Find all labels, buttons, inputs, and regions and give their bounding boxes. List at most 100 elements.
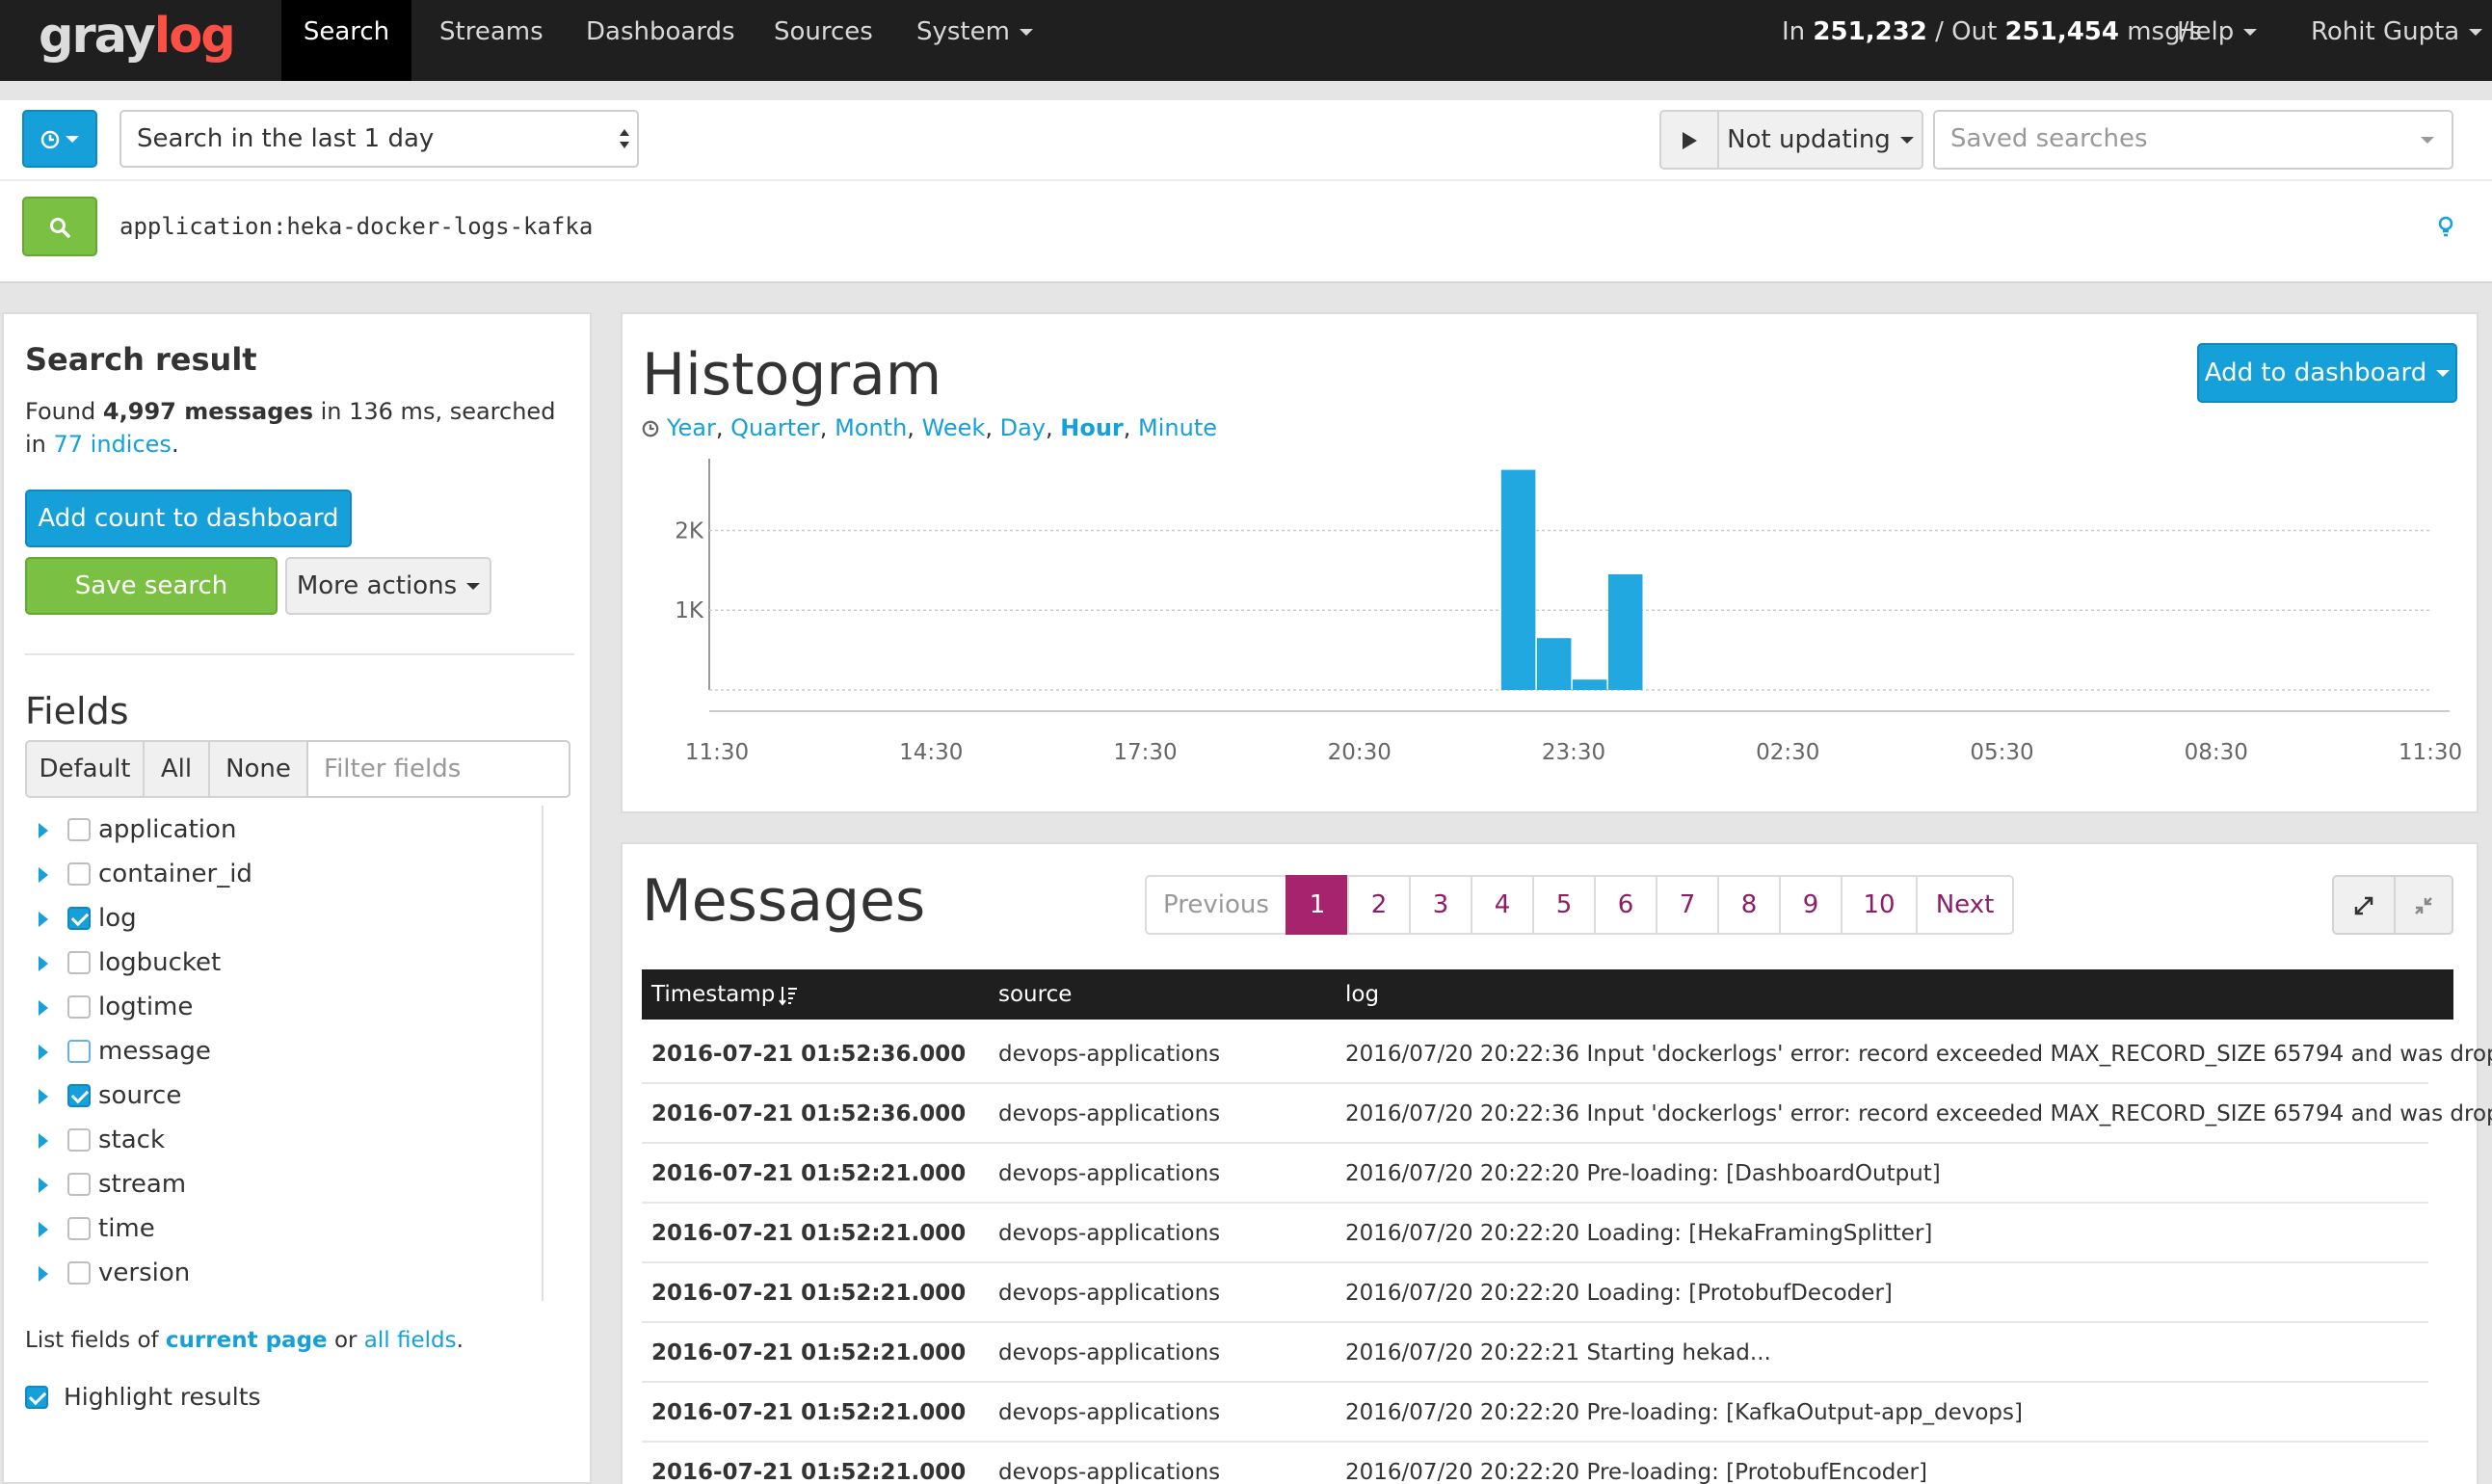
caret-right-icon[interactable] bbox=[39, 956, 48, 971]
field-checkbox[interactable] bbox=[67, 1128, 91, 1152]
caret-right-icon[interactable] bbox=[39, 1178, 48, 1193]
nav-streams[interactable]: Streams bbox=[439, 0, 543, 81]
field-checkbox[interactable] bbox=[67, 1084, 91, 1107]
field-checkbox[interactable] bbox=[67, 1173, 91, 1196]
field-checkbox[interactable] bbox=[67, 907, 91, 930]
indices-link[interactable]: 77 indices bbox=[54, 431, 172, 458]
caret-right-icon[interactable] bbox=[39, 1266, 48, 1282]
resolution-year[interactable]: Year bbox=[667, 414, 716, 441]
nav-user-menu[interactable]: Rohit Gupta bbox=[2311, 0, 2483, 81]
field-checkbox[interactable] bbox=[67, 818, 91, 841]
pagination-page-7[interactable]: 7 bbox=[1656, 875, 1719, 935]
more-actions-button[interactable]: More actions bbox=[285, 557, 491, 615]
fields-all-button[interactable]: All bbox=[143, 740, 210, 798]
table-row[interactable]: 2016-07-21 01:52:21.000 devops-applicatio… bbox=[642, 1144, 2428, 1204]
pagination-previous[interactable]: Previous bbox=[1145, 875, 1287, 935]
pagination-next[interactable]: Next bbox=[1916, 875, 2014, 935]
pagination-page-6[interactable]: 6 bbox=[1594, 875, 1657, 935]
nav-search[interactable]: Search bbox=[281, 0, 411, 81]
search-query-input[interactable]: application:heka-docker-logs-kafka bbox=[119, 197, 2413, 256]
chevron-down-icon bbox=[1019, 29, 1033, 36]
pagination-page-3[interactable]: 3 bbox=[1409, 875, 1472, 935]
field-checkbox[interactable] bbox=[67, 995, 91, 1019]
row-timestamp: 2016-07-21 01:52:21.000 bbox=[651, 1281, 967, 1306]
save-search-criteria-button[interactable]: Save search criteria bbox=[25, 557, 278, 654]
row-timestamp: 2016-07-21 01:52:36.000 bbox=[651, 1042, 967, 1067]
caret-right-icon[interactable] bbox=[39, 1000, 48, 1016]
table-row[interactable]: 2016-07-21 01:52:36.000 devops-applicatio… bbox=[642, 1084, 2492, 1144]
histogram-chart: 1K 2K 11:30 14:30 17:30 20:30 23:30 02:30 05:30 0… bbox=[675, 459, 2462, 765]
time-range-select[interactable]: Search in the last 1 day bbox=[119, 110, 639, 168]
messages-table-header: Timestamp source log bbox=[642, 969, 2453, 1020]
field-checkbox[interactable] bbox=[67, 951, 91, 974]
filter-fields-input[interactable]: Filter fields bbox=[306, 740, 570, 798]
field-checkbox[interactable] bbox=[67, 1217, 91, 1240]
pagination-page-8[interactable]: 8 bbox=[1717, 875, 1781, 935]
add-to-dashboard-button[interactable]: Add to dashboard bbox=[2197, 343, 2457, 403]
current-page-link[interactable]: current page bbox=[166, 1328, 328, 1353]
nav-help[interactable]: Help bbox=[2177, 0, 2258, 81]
pagination-page-9[interactable]: 9 bbox=[1779, 875, 1842, 935]
table-row[interactable]: 2016-07-21 01:52:36.000 devops-applicatio… bbox=[642, 1024, 2492, 1084]
row-source: devops-applications bbox=[998, 1400, 1221, 1425]
field-checkbox[interactable] bbox=[67, 862, 91, 886]
caret-right-icon[interactable] bbox=[39, 1089, 48, 1104]
resolution-week[interactable]: Week bbox=[922, 414, 986, 441]
resolution-minute[interactable]: Minute bbox=[1138, 414, 1217, 441]
nav-sources[interactable]: Sources bbox=[774, 0, 873, 81]
field-checkbox[interactable] bbox=[67, 1040, 91, 1063]
pagination-page-5[interactable]: 5 bbox=[1532, 875, 1596, 935]
fields-default-button[interactable]: Default bbox=[25, 740, 145, 798]
caret-right-icon[interactable] bbox=[39, 1133, 48, 1149]
histogram-bar bbox=[1607, 574, 1643, 690]
graylog-logo[interactable]: graylog bbox=[39, 8, 236, 69]
table-row[interactable]: 2016-07-21 01:52:21.000 devops-applicatio… bbox=[642, 1323, 2428, 1383]
pagination-page-4[interactable]: 4 bbox=[1471, 875, 1534, 935]
resolution-hour[interactable]: Hour bbox=[1060, 414, 1124, 441]
caret-right-icon[interactable] bbox=[39, 1222, 48, 1237]
resolution-day[interactable]: Day bbox=[1000, 414, 1046, 441]
table-row[interactable]: 2016-07-21 01:52:21.000 devops-applicatio… bbox=[642, 1443, 2428, 1484]
caret-right-icon[interactable] bbox=[39, 912, 48, 927]
pagination-page-2[interactable]: 2 bbox=[1347, 875, 1411, 935]
highlight-checkbox[interactable] bbox=[25, 1386, 48, 1409]
top-navbar: graylog Search Streams Dashboards Source… bbox=[0, 0, 2492, 81]
all-fields-link[interactable]: all fields bbox=[364, 1328, 457, 1353]
time-range-type-button[interactable] bbox=[22, 110, 97, 168]
row-log: 2016/07/20 20:22:20 Pre-loading: [KafkaO… bbox=[1345, 1400, 2023, 1425]
highlight-results-toggle[interactable]: Highlight results bbox=[25, 1378, 261, 1417]
nav-system[interactable]: System bbox=[916, 0, 1033, 81]
collapse-messages-button[interactable] bbox=[2394, 875, 2453, 935]
add-count-to-dashboard-button[interactable]: Add count to dashboard bbox=[25, 490, 352, 576]
table-row[interactable]: 2016-07-21 01:52:21.000 devops-applicatio… bbox=[642, 1204, 2428, 1263]
search-submit-button[interactable] bbox=[22, 197, 97, 256]
x-tick-label: 11:30 bbox=[685, 740, 749, 765]
saved-searches-select[interactable]: Saved searches bbox=[1933, 110, 2453, 170]
x-tick-label: 20:30 bbox=[1328, 740, 1392, 765]
sort-icon[interactable] bbox=[779, 985, 798, 1006]
field-checkbox[interactable] bbox=[67, 1261, 91, 1285]
x-tick-label: 11:30 bbox=[2399, 740, 2462, 765]
resolution-quarter[interactable]: Quarter bbox=[730, 414, 820, 441]
resolution-month[interactable]: Month bbox=[835, 414, 907, 441]
caret-right-icon[interactable] bbox=[39, 823, 48, 838]
table-row[interactable]: 2016-07-21 01:52:21.000 devops-applicatio… bbox=[642, 1263, 2428, 1323]
row-timestamp: 2016-07-21 01:52:21.000 bbox=[651, 1460, 967, 1484]
expand-messages-button[interactable] bbox=[2332, 875, 2396, 935]
pagination-page-10[interactable]: 10 bbox=[1841, 875, 1918, 935]
histogram-bar bbox=[1536, 638, 1572, 690]
auto-refresh-dropdown[interactable]: Not updating bbox=[1717, 110, 1923, 170]
pagination-page-1[interactable]: 1 bbox=[1286, 875, 1349, 935]
fields-none-button[interactable]: None bbox=[208, 740, 308, 798]
caret-right-icon[interactable] bbox=[39, 867, 48, 883]
caret-right-icon[interactable] bbox=[39, 1045, 48, 1060]
column-log[interactable]: log bbox=[1345, 969, 1379, 1020]
lightbulb-icon[interactable] bbox=[2438, 216, 2453, 239]
column-timestamp[interactable]: Timestamp bbox=[651, 969, 798, 1020]
play-refresh-button[interactable] bbox=[1659, 110, 1719, 170]
column-source[interactable]: source bbox=[998, 969, 1072, 1020]
fields-scrollbar[interactable] bbox=[542, 806, 543, 1301]
nav-dashboards[interactable]: Dashboards bbox=[586, 0, 735, 81]
row-log: 2016/07/20 20:22:20 Loading: [HekaFramin… bbox=[1345, 1221, 1933, 1246]
table-row[interactable]: 2016-07-21 01:52:21.000 devops-applicatio… bbox=[642, 1383, 2428, 1443]
